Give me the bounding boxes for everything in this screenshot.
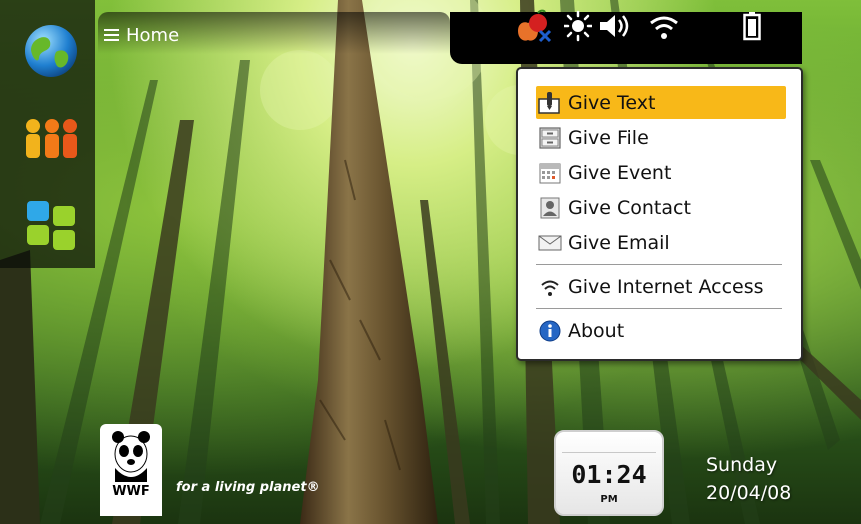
menu-item-label: Give Email — [568, 231, 670, 254]
calendar-icon — [539, 163, 561, 183]
menu-item-give-event[interactable]: Give Event — [536, 156, 786, 189]
home-menu-button[interactable]: Home — [104, 22, 179, 48]
file-cabinet-icon — [539, 126, 561, 149]
menu-icon — [104, 29, 119, 41]
info-icon — [539, 320, 561, 341]
clock-time: 01:24 — [571, 460, 647, 489]
page-title: Home — [126, 24, 180, 46]
launcher-panel — [0, 0, 95, 268]
menu-item-label: About — [568, 319, 625, 342]
menu-item-give-contact[interactable]: Give Contact — [536, 191, 786, 224]
envelope-icon — [538, 235, 562, 250]
clock-widget[interactable]: 01:24 PM — [554, 430, 664, 516]
menu-separator — [536, 264, 782, 265]
applications-icon[interactable] — [22, 196, 80, 254]
contacts-icon[interactable] — [22, 110, 80, 168]
menu-separator — [536, 308, 782, 309]
menu-item-give-internet-access[interactable]: Give Internet Access — [536, 270, 786, 303]
wwf-tagline: for a living planet® — [176, 480, 320, 495]
contact-card-icon — [540, 197, 560, 218]
wwf-logo-text: WWF — [112, 484, 150, 499]
wwf-logo — [100, 424, 162, 516]
menu-item-label: Give File — [568, 126, 649, 149]
menu-item-give-file[interactable]: Give File — [536, 121, 786, 154]
date-day: Sunday — [706, 454, 778, 476]
globe-icon[interactable] — [22, 22, 80, 80]
menu-item-label: Give Internet Access — [568, 275, 764, 298]
clock-top-band — [562, 436, 656, 453]
menu-item-give-email[interactable]: Give Email — [536, 226, 786, 259]
menu-item-about[interactable]: About — [536, 314, 786, 347]
brightness-icon[interactable] — [562, 9, 594, 43]
fruit-app-icon[interactable] — [514, 9, 554, 43]
menu-item-label: Give Text — [568, 91, 656, 114]
volume-icon[interactable] — [598, 9, 634, 43]
clock-period: PM — [600, 494, 618, 505]
menu-item-label: Give Event — [568, 161, 672, 184]
date-value: 20/04/08 — [706, 482, 792, 504]
menu-item-give-text[interactable]: Give Text — [536, 86, 786, 119]
panda-icon — [112, 431, 150, 482]
give-menu-popup: Give Text Give File Give Event Give Cont… — [516, 67, 803, 361]
text-pen-icon — [538, 91, 560, 114]
wifi-icon[interactable] — [646, 9, 682, 43]
battery-icon[interactable] — [742, 9, 762, 43]
menu-item-label: Give Contact — [568, 196, 691, 219]
wifi-icon — [541, 280, 559, 296]
